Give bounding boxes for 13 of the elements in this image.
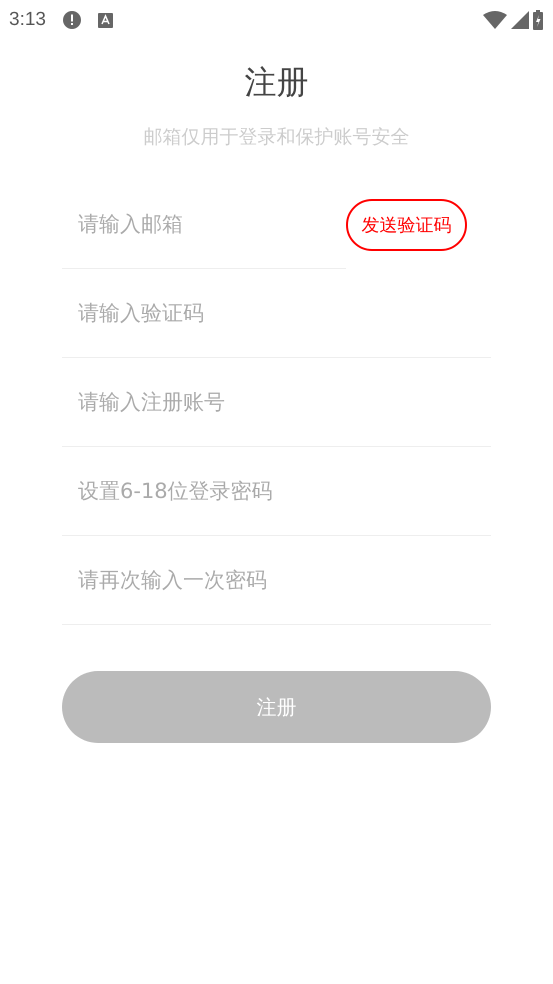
status-time: 3:13 — [9, 9, 46, 31]
send-code-button[interactable]: 发送验证码 — [346, 198, 467, 250]
keyboard-app-icon — [98, 12, 113, 28]
alert-icon — [62, 10, 82, 30]
email-field[interactable]: 请输入邮箱 — [62, 180, 346, 269]
input-field[interactable]: 请再次输入一次密码 — [62, 536, 491, 625]
battery-icon — [533, 10, 543, 30]
input-field[interactable]: 请输入验证码 — [62, 269, 491, 358]
input-field[interactable]: 设置6-18位登录密码 — [62, 447, 491, 536]
page-title: 注册 — [244, 62, 310, 103]
wifi-icon — [483, 11, 507, 29]
signal-icon — [511, 11, 529, 29]
input-field[interactable]: 请输入注册账号 — [62, 358, 491, 447]
